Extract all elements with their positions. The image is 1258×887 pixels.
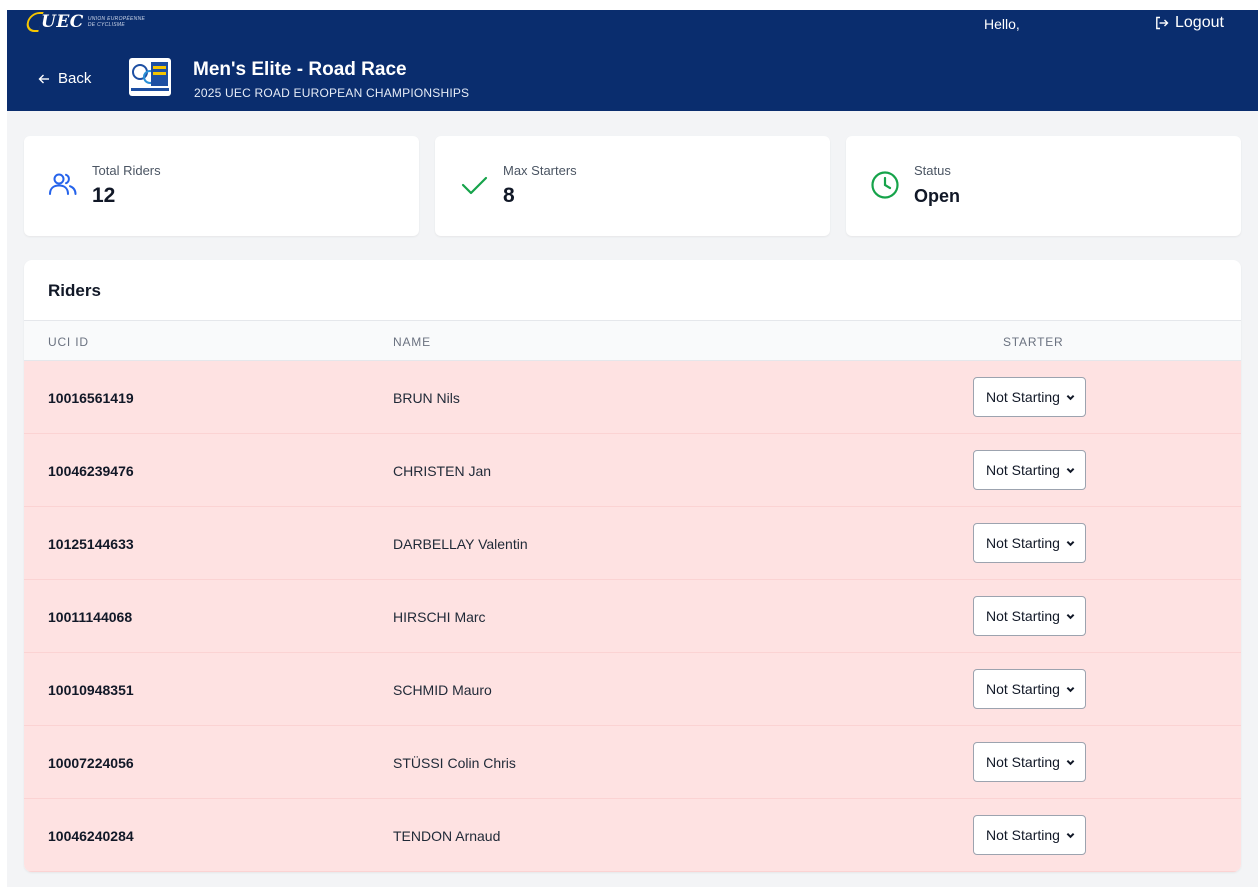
table-row: 10011144068 HIRSCHI Marc Not Starting — [24, 580, 1241, 653]
back-label: Back — [58, 70, 92, 87]
stat-value: Open — [914, 186, 961, 206]
logo-subtext: UNION EUROPÉENNE DE CYCLISME — [88, 16, 145, 28]
riders-panel: Riders UCI ID NAME STARTER 10016561419 B… — [24, 260, 1241, 872]
riders-title: Riders — [48, 281, 101, 300]
uec-logo[interactable]: UEC UNION EUROPÉENNE DE CYCLISME — [24, 12, 145, 32]
starter-select[interactable]: Not Starting — [973, 377, 1086, 417]
uci-id-cell: 10046239476 — [48, 463, 134, 479]
starter-select-value: Not Starting — [986, 389, 1060, 405]
check-icon — [461, 176, 488, 195]
stat-card-max-starters: Max Starters 8 — [435, 136, 830, 236]
back-button[interactable]: Back — [38, 70, 91, 87]
name-cell: HIRSCHI Marc — [393, 609, 486, 625]
starter-select[interactable]: Not Starting — [973, 669, 1086, 709]
chevron-down-icon — [1066, 394, 1075, 401]
riders-table-body: 10016561419 BRUN Nils Not Starting 10046… — [24, 361, 1241, 872]
stat-card-status: Status Open — [846, 136, 1241, 236]
chevron-down-icon — [1066, 759, 1075, 766]
starter-select-value: Not Starting — [986, 535, 1060, 551]
left-edge — [0, 0, 7, 887]
users-icon — [49, 173, 77, 195]
name-cell: SCHMID Mauro — [393, 682, 492, 698]
column-header-starter: STARTER — [1003, 335, 1064, 349]
uci-id-cell: 10125144633 — [48, 536, 134, 552]
starter-select[interactable]: Not Starting — [973, 742, 1086, 782]
uci-id-cell: 10046240284 — [48, 828, 134, 844]
chevron-down-icon — [1066, 540, 1075, 547]
stat-label: Max Starters — [503, 163, 577, 178]
top-edge — [0, 0, 1258, 10]
uci-id-cell: 10007224056 — [48, 755, 134, 771]
page-title: Men's Elite - Road Race — [193, 59, 407, 80]
starter-select[interactable]: Not Starting — [973, 815, 1086, 855]
table-row: 10010948351 SCHMID Mauro Not Starting — [24, 653, 1241, 726]
stat-label: Status — [914, 163, 951, 178]
table-header: UCI ID NAME STARTER — [24, 320, 1241, 361]
stat-value: 8 — [503, 184, 515, 207]
starter-select[interactable]: Not Starting — [973, 596, 1086, 636]
table-row: 10046239476 CHRISTEN Jan Not Starting — [24, 434, 1241, 507]
logout-icon — [1156, 16, 1169, 30]
logout-button[interactable]: Logout — [1155, 14, 1224, 32]
clock-icon — [871, 171, 899, 199]
column-header-name: NAME — [393, 335, 431, 349]
starter-select-value: Not Starting — [986, 754, 1060, 770]
name-cell: BRUN Nils — [393, 390, 460, 406]
stat-label: Total Riders — [92, 163, 161, 178]
name-cell: DARBELLAY Valentin — [393, 536, 528, 552]
table-row: 10125144633 DARBELLAY Valentin Not Start… — [24, 507, 1241, 580]
race-logo — [129, 58, 171, 96]
starter-select[interactable]: Not Starting — [973, 450, 1086, 490]
stat-card-total-riders: Total Riders 12 — [24, 136, 419, 236]
starter-select-value: Not Starting — [986, 608, 1060, 624]
table-row: 10007224056 STÜSSI Colin Chris Not Start… — [24, 726, 1241, 799]
chevron-down-icon — [1066, 467, 1075, 474]
logo-mark: UEC — [41, 12, 84, 32]
chevron-down-icon — [1066, 686, 1075, 693]
greeting: Hello, — [984, 16, 1020, 32]
logout-label: Logout — [1175, 14, 1224, 31]
chevron-down-icon — [1066, 613, 1075, 620]
name-cell: TENDON Arnaud — [393, 828, 501, 844]
starter-select-value: Not Starting — [986, 681, 1060, 697]
page-subtitle: 2025 UEC ROAD EUROPEAN CHAMPIONSHIPS — [194, 86, 470, 100]
table-row: 10016561419 BRUN Nils Not Starting — [24, 361, 1241, 434]
stat-value: 12 — [92, 184, 116, 207]
uci-id-cell: 10010948351 — [48, 682, 134, 698]
name-cell: CHRISTEN Jan — [393, 463, 492, 479]
uci-id-cell: 10016561419 — [48, 390, 134, 406]
starter-select[interactable]: Not Starting — [973, 523, 1086, 563]
app-header: UEC UNION EUROPÉENNE DE CYCLISME Hello, … — [7, 10, 1258, 111]
logo-subtext-line-2: DE CYCLISME — [87, 22, 126, 28]
uci-id-cell: 10011144068 — [48, 609, 133, 625]
starter-select-value: Not Starting — [986, 462, 1060, 478]
starter-select-value: Not Starting — [986, 827, 1060, 843]
table-row: 10046240284 TENDON Arnaud Not Starting — [24, 799, 1241, 872]
chevron-down-icon — [1066, 832, 1075, 839]
arrow-left-icon — [38, 74, 49, 83]
name-cell: STÜSSI Colin Chris — [393, 755, 516, 771]
column-header-uci-id: UCI ID — [48, 335, 89, 349]
